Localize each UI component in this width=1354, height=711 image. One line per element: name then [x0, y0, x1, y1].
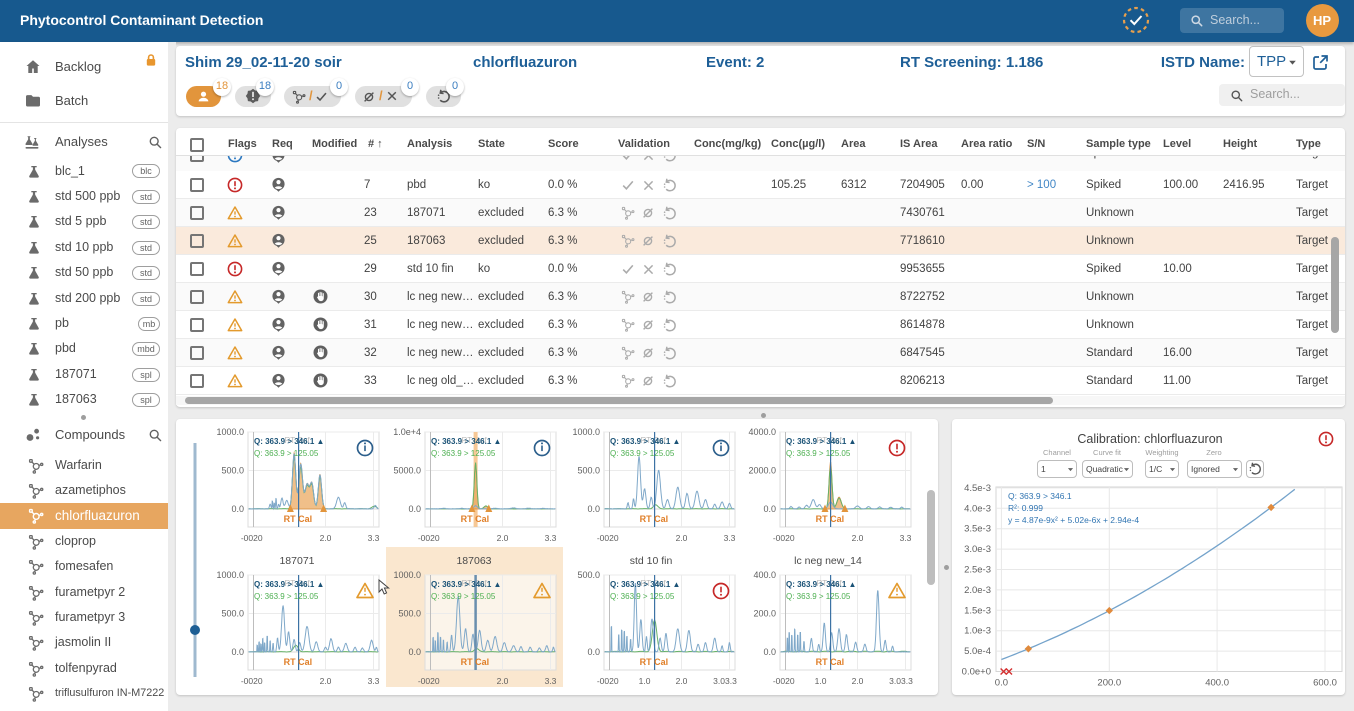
svg-text:2.0: 2.0 — [320, 533, 332, 543]
svg-text:-0020: -0020 — [241, 676, 263, 686]
svg-text:1000.0: 1000.0 — [216, 570, 244, 580]
svg-text:5000.0: 5000.0 — [393, 466, 421, 476]
svg-text:Q: 363.9 > 125.05: Q: 363.9 > 125.05 — [254, 449, 319, 458]
svg-text:2.5e-3: 2.5e-3 — [964, 565, 991, 576]
svg-text:2.0: 2.0 — [676, 533, 688, 543]
svg-text:0.0: 0.0 — [231, 504, 244, 514]
svg-text:Q: 363.9 > 125.05: Q: 363.9 > 125.05 — [610, 449, 675, 458]
svg-text:1.0e+4: 1.0e+4 — [393, 427, 421, 437]
svg-text:-0020: -0020 — [241, 533, 263, 543]
svg-text:Q: 363.9 > 125.05: Q: 363.9 > 125.05 — [431, 592, 496, 601]
svg-text:200.0: 200.0 — [753, 609, 776, 619]
svg-text:5.0e-4: 5.0e-4 — [964, 646, 991, 657]
svg-text:3.03.3: 3.03.3 — [889, 676, 913, 686]
svg-text:1.0: 1.0 — [639, 676, 651, 686]
svg-text:2.0: 2.0 — [676, 676, 688, 686]
svg-text:-0020: -0020 — [418, 676, 440, 686]
svg-text:2.0e-3: 2.0e-3 — [964, 585, 991, 596]
svg-text:400.0: 400.0 — [1205, 678, 1229, 689]
svg-text:3.3: 3.3 — [900, 533, 912, 543]
svg-text:2.0: 2.0 — [497, 533, 509, 543]
svg-text:500.0: 500.0 — [221, 466, 244, 476]
svg-text:3.3: 3.3 — [724, 533, 736, 543]
svg-text:RT Cal: RT Cal — [284, 514, 313, 524]
svg-text:R²: 0.999: R²: 0.999 — [1008, 503, 1043, 513]
svg-text:0.0: 0.0 — [587, 647, 600, 657]
svg-text:Q: 363.9 > 346.1 ▲: Q: 363.9 > 346.1 ▲ — [786, 580, 856, 589]
svg-text:1000.0: 1000.0 — [216, 427, 244, 437]
svg-text:1.5e-3: 1.5e-3 — [964, 605, 991, 616]
svg-text:3.3: 3.3 — [368, 676, 380, 686]
svg-text:Q: 363.9 > 346.1 ▲: Q: 363.9 > 346.1 ▲ — [254, 437, 324, 446]
svg-text:Q: 363.9 > 346.1 ▲: Q: 363.9 > 346.1 ▲ — [786, 437, 856, 446]
svg-text:0.0: 0.0 — [408, 647, 421, 657]
svg-text:Q: 363.9 > 125.05: Q: 363.9 > 125.05 — [610, 592, 675, 601]
svg-text:3.3: 3.3 — [545, 676, 557, 686]
svg-text:1000.0: 1000.0 — [572, 427, 600, 437]
svg-text:400.0: 400.0 — [753, 570, 776, 580]
svg-text:2000.0: 2000.0 — [748, 466, 776, 476]
svg-text:Q: 363.9 > 125.05: Q: 363.9 > 125.05 — [254, 592, 319, 601]
svg-text:-0020: -0020 — [773, 676, 795, 686]
svg-text:RT Cal: RT Cal — [461, 514, 490, 524]
svg-text:-0020: -0020 — [597, 533, 619, 543]
svg-text:RT Cal: RT Cal — [284, 657, 313, 667]
svg-text:500.0: 500.0 — [398, 609, 421, 619]
svg-text:RT Cal: RT Cal — [640, 657, 669, 667]
svg-text:2.0: 2.0 — [320, 676, 332, 686]
svg-text:4.5e-3: 4.5e-3 — [964, 483, 991, 494]
svg-text:1.0: 1.0 — [815, 676, 827, 686]
svg-text:4000.0: 4000.0 — [748, 427, 776, 437]
svg-text:RT Cal: RT Cal — [816, 514, 845, 524]
svg-text:y = 4.87e-9x² + 5.02e-6x + 2.9: y = 4.87e-9x² + 5.02e-6x + 2.94e-4 — [1008, 515, 1139, 525]
svg-text:500.0: 500.0 — [577, 570, 600, 580]
svg-text:1000.0: 1000.0 — [393, 570, 421, 580]
svg-text:Q: 363.9 > 125.05: Q: 363.9 > 125.05 — [786, 592, 851, 601]
svg-text:RT Cal: RT Cal — [816, 657, 845, 667]
svg-text:Q: 363.9 > 346.1 ▲: Q: 363.9 > 346.1 ▲ — [610, 437, 680, 446]
svg-text:-0020: -0020 — [418, 533, 440, 543]
svg-text:Q: 363.9 > 125.05: Q: 363.9 > 125.05 — [431, 449, 496, 458]
svg-text:2.0: 2.0 — [497, 676, 509, 686]
svg-text:0.0: 0.0 — [995, 678, 1008, 689]
svg-text:-0020: -0020 — [773, 533, 795, 543]
svg-text:3.03.3: 3.03.3 — [713, 676, 737, 686]
svg-text:std 10 fin: std 10 fin — [630, 555, 673, 567]
svg-text:0.0: 0.0 — [763, 647, 776, 657]
svg-text:2.0: 2.0 — [852, 533, 864, 543]
svg-text:-0020: -0020 — [597, 676, 619, 686]
svg-text:Q: 363.9 > 346.1 ▲: Q: 363.9 > 346.1 ▲ — [610, 580, 680, 589]
svg-text:600.0: 600.0 — [1313, 678, 1337, 689]
svg-text:200.0: 200.0 — [1097, 678, 1121, 689]
svg-text:Q: 363.9 > 125.05: Q: 363.9 > 125.05 — [786, 449, 851, 458]
svg-text:3.3: 3.3 — [368, 533, 380, 543]
svg-text:Q: 363.9 > 346.1 ▲: Q: 363.9 > 346.1 ▲ — [431, 437, 501, 446]
svg-text:0.0: 0.0 — [231, 647, 244, 657]
svg-text:4.0e-3: 4.0e-3 — [964, 503, 991, 514]
svg-text:RT Cal: RT Cal — [461, 657, 490, 667]
svg-text:0.0e+0: 0.0e+0 — [962, 667, 991, 678]
svg-text:500.0: 500.0 — [221, 609, 244, 619]
svg-text:RT Cal: RT Cal — [640, 514, 669, 524]
svg-text:187063: 187063 — [456, 555, 491, 567]
svg-text:0.0: 0.0 — [587, 504, 600, 514]
svg-text:3.5e-3: 3.5e-3 — [964, 524, 991, 535]
svg-text:Q: 363.9 > 346.1: Q: 363.9 > 346.1 — [1008, 491, 1072, 501]
svg-text:1.0e-3: 1.0e-3 — [964, 626, 991, 637]
svg-text:2.0: 2.0 — [852, 676, 864, 686]
svg-text:0.0: 0.0 — [763, 504, 776, 514]
svg-text:187071: 187071 — [279, 555, 314, 567]
svg-text:3.3: 3.3 — [545, 533, 557, 543]
svg-text:Q: 363.9 > 346.1 ▲: Q: 363.9 > 346.1 ▲ — [254, 580, 324, 589]
svg-text:0.0: 0.0 — [408, 504, 421, 514]
svg-text:3.0e-3: 3.0e-3 — [964, 544, 991, 555]
svg-text:Q: 363.9 > 346.1 ▲: Q: 363.9 > 346.1 ▲ — [431, 580, 501, 589]
svg-text:500.0: 500.0 — [577, 466, 600, 476]
svg-text:lc neg new_14: lc neg new_14 — [794, 555, 862, 567]
